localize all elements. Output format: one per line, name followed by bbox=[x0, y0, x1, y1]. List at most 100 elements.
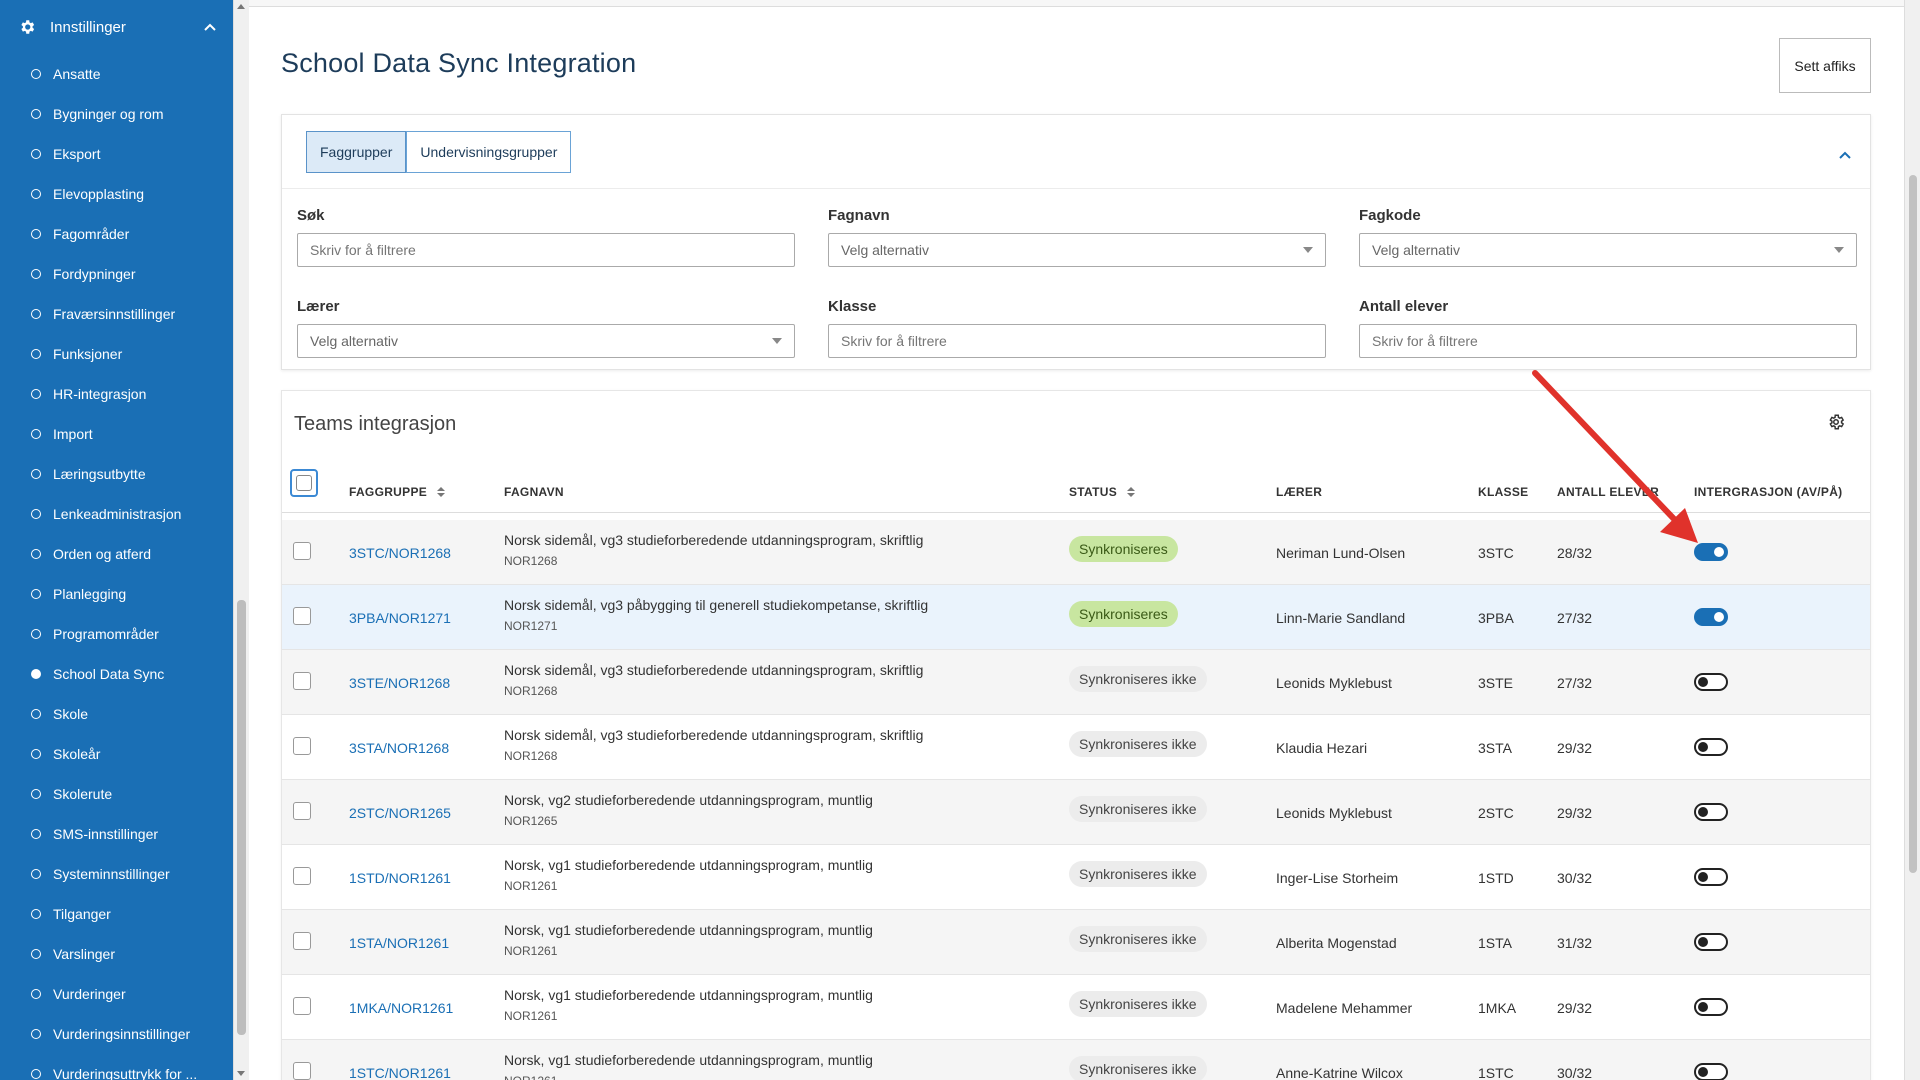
faggruppe-link[interactable]: 1STC/NOR1261 bbox=[349, 1065, 451, 1080]
search-input-box[interactable] bbox=[297, 233, 795, 267]
sidebar-item[interactable]: Læringsutbytte bbox=[0, 454, 233, 494]
integration-toggle[interactable] bbox=[1694, 998, 1728, 1016]
antall-elever-input-box[interactable] bbox=[1359, 324, 1857, 358]
sidebar-item-label: Planlegging bbox=[53, 586, 127, 602]
row-checkbox[interactable] bbox=[293, 1062, 311, 1080]
column-fagnavn: FAGNAVN bbox=[504, 485, 564, 499]
sort-icon[interactable] bbox=[437, 487, 446, 497]
faggruppe-link[interactable]: 3STA/NOR1268 bbox=[349, 740, 449, 756]
sidebar-item[interactable]: Bygninger og rom bbox=[0, 94, 233, 134]
fagnavn-select[interactable]: Velg alternativ bbox=[828, 233, 1326, 267]
sidebar-item[interactable]: HR-integrasjon bbox=[0, 374, 233, 414]
sidebar-item[interactable]: Tilganger bbox=[0, 894, 233, 934]
sidebar-item[interactable]: Vurderingsuttrykk for ... bbox=[0, 1054, 233, 1080]
class-name: 3STE bbox=[1478, 675, 1514, 691]
row-checkbox[interactable] bbox=[293, 997, 311, 1015]
sidebar-item[interactable]: Ansatte bbox=[0, 54, 233, 94]
sidebar-scrollbar[interactable] bbox=[233, 0, 249, 1080]
circle-bullet-icon bbox=[31, 389, 41, 399]
sidebar-item[interactable]: Vurderingsinnstillinger bbox=[0, 1014, 233, 1054]
sidebar-scrollbar-thumb[interactable] bbox=[237, 600, 246, 1035]
sidebar-item-label: Import bbox=[53, 426, 93, 442]
column-faggruppe[interactable]: FAGGRUPPE bbox=[349, 485, 446, 499]
faggruppe-link[interactable]: 3STE/NOR1268 bbox=[349, 675, 450, 691]
sidebar-item[interactable]: Varslinger bbox=[0, 934, 233, 974]
integration-toggle[interactable] bbox=[1694, 738, 1728, 756]
sidebar-item[interactable]: Skolerute bbox=[0, 774, 233, 814]
table-row: 1STC/NOR1261 Norsk, vg1 studieforberedend… bbox=[282, 1040, 1870, 1080]
row-checkbox[interactable] bbox=[293, 607, 311, 625]
sidebar-item[interactable]: Skoleår bbox=[0, 734, 233, 774]
sidebar-item[interactable]: Vurderinger bbox=[0, 974, 233, 1014]
antall-elever-input[interactable] bbox=[1372, 333, 1844, 349]
sidebar-item[interactable]: Lenkeadministrasjon bbox=[0, 494, 233, 534]
klasse-input[interactable] bbox=[841, 333, 1313, 349]
status-badge: Synkroniseres ikke bbox=[1069, 926, 1207, 952]
tab-faggrupper[interactable]: Faggrupper bbox=[306, 131, 407, 173]
circle-bullet-icon bbox=[31, 269, 41, 279]
page-scrollbar-thumb[interactable] bbox=[1909, 175, 1917, 873]
select-placeholder: Velg alternativ bbox=[841, 242, 929, 258]
main-content: School Data Sync Integration Sett affiks… bbox=[249, 0, 1904, 1080]
faggruppe-link[interactable]: 1MKA/NOR1261 bbox=[349, 1000, 453, 1016]
sidebar-header-innstillinger[interactable]: Innstillinger bbox=[0, 0, 233, 54]
page-scrollbar[interactable] bbox=[1904, 0, 1920, 1080]
faggruppe-link[interactable]: 1STA/NOR1261 bbox=[349, 935, 449, 951]
faggruppe-link[interactable]: 3STC/NOR1268 bbox=[349, 545, 451, 561]
circle-bullet-icon bbox=[31, 629, 41, 639]
row-checkbox[interactable] bbox=[293, 737, 311, 755]
integration-toggle[interactable] bbox=[1694, 803, 1728, 821]
integration-toggle[interactable] bbox=[1694, 543, 1728, 561]
sidebar-item[interactable]: Planlegging bbox=[0, 574, 233, 614]
sett-affiks-button[interactable]: Sett affiks bbox=[1779, 38, 1871, 93]
integration-toggle[interactable] bbox=[1694, 868, 1728, 886]
row-checkbox[interactable] bbox=[293, 542, 311, 560]
sidebar-item[interactable]: Skole bbox=[0, 694, 233, 734]
sidebar-item[interactable]: Fordypninger bbox=[0, 254, 233, 294]
row-checkbox[interactable] bbox=[293, 932, 311, 950]
sidebar-item[interactable]: Systeminnstillinger bbox=[0, 854, 233, 894]
laerer-select[interactable]: Velg alternativ bbox=[297, 324, 795, 358]
search-input[interactable] bbox=[310, 242, 782, 258]
sidebar-item-label: Varslinger bbox=[53, 946, 115, 962]
sidebar-item[interactable]: Fagområder bbox=[0, 214, 233, 254]
sort-icon[interactable] bbox=[1127, 487, 1136, 497]
chevron-up-icon[interactable] bbox=[203, 20, 217, 34]
subject-name: Norsk sidemål, vg3 studieforberedende ut… bbox=[504, 532, 924, 548]
filter-klasse: Klasse bbox=[828, 298, 1326, 358]
row-checkbox[interactable] bbox=[293, 672, 311, 690]
row-checkbox[interactable] bbox=[293, 802, 311, 820]
subject-name: Norsk, vg1 studieforberedende utdannings… bbox=[504, 922, 873, 938]
faggruppe-link[interactable]: 3PBA/NOR1271 bbox=[349, 610, 451, 626]
student-count: 28/32 bbox=[1557, 545, 1593, 561]
sidebar-item[interactable]: Orden og atferd bbox=[0, 534, 233, 574]
sidebar-item[interactable]: Fraværsinnstillinger bbox=[0, 294, 233, 334]
faggruppe-link[interactable]: 1STD/NOR1261 bbox=[349, 870, 451, 886]
integration-toggle[interactable] bbox=[1694, 673, 1728, 691]
status-badge: Synkroniseres bbox=[1069, 536, 1178, 562]
settings-gear-icon[interactable] bbox=[1827, 413, 1845, 431]
column-status[interactable]: STATUS bbox=[1069, 485, 1136, 499]
tab-undervisningsgrupper[interactable]: Undervisningsgrupper bbox=[406, 131, 572, 173]
sidebar-item[interactable]: SMS-innstillinger bbox=[0, 814, 233, 854]
scroll-up-icon[interactable] bbox=[237, 4, 245, 9]
integration-toggle[interactable] bbox=[1694, 933, 1728, 951]
faggruppe-link[interactable]: 2STC/NOR1265 bbox=[349, 805, 451, 821]
filter-fagkode: Fagkode Velg alternativ bbox=[1359, 207, 1857, 267]
integration-toggle[interactable] bbox=[1694, 1063, 1728, 1080]
sidebar-item[interactable]: Programområder bbox=[0, 614, 233, 654]
collapse-chevron-up-icon[interactable] bbox=[1837, 147, 1853, 163]
sidebar-item[interactable]: Elevopplasting bbox=[0, 174, 233, 214]
sidebar-item[interactable]: Import bbox=[0, 414, 233, 454]
filter-sok: Søk bbox=[297, 207, 795, 267]
sidebar-item[interactable]: Eksport bbox=[0, 134, 233, 174]
scroll-down-icon[interactable] bbox=[237, 1071, 245, 1076]
sidebar-item[interactable]: Funksjoner bbox=[0, 334, 233, 374]
integration-toggle[interactable] bbox=[1694, 608, 1728, 626]
sidebar-item[interactable]: School Data Sync bbox=[0, 654, 233, 694]
sidebar: Innstillinger Ansatte Bygninger og rom Eks… bbox=[0, 0, 233, 1080]
fagnavn-cell: Norsk, vg1 studieforberedende utdannings… bbox=[504, 987, 873, 1023]
fagkode-select[interactable]: Velg alternativ bbox=[1359, 233, 1857, 267]
row-checkbox[interactable] bbox=[293, 867, 311, 885]
klasse-input-box[interactable] bbox=[828, 324, 1326, 358]
